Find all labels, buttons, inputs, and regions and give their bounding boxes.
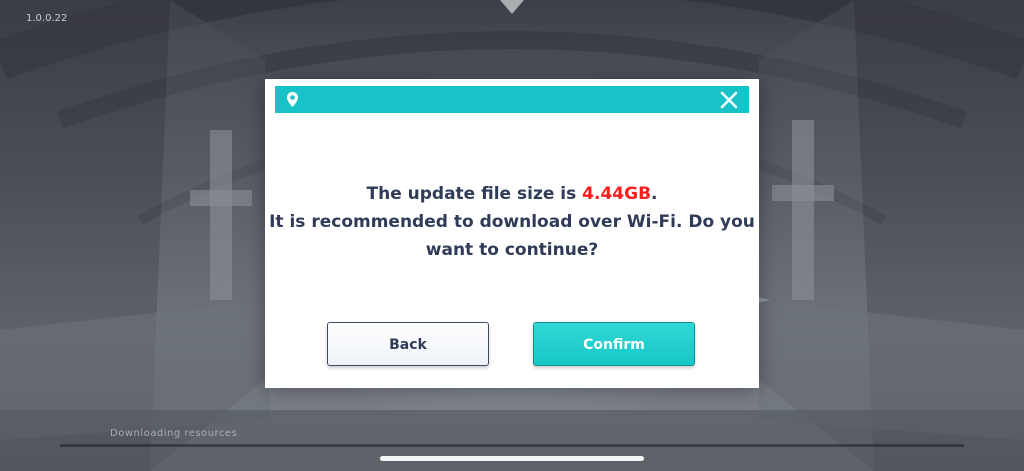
close-icon[interactable]: [720, 91, 738, 109]
home-indicator[interactable]: [380, 456, 644, 461]
loading-progress-bar: [60, 444, 964, 447]
message-suffix: .: [651, 184, 658, 204]
back-button[interactable]: Back: [327, 322, 489, 366]
message-line-1: The update file size is 4.44GB.: [265, 180, 759, 208]
dialog-message: The update file size is 4.44GB. It is re…: [265, 180, 759, 264]
file-size-value: 4.44GB: [582, 184, 652, 204]
loading-status-label: Downloading resources: [110, 428, 238, 439]
message-line-3: want to continue?: [425, 240, 599, 260]
update-dialog: The update file size is 4.44GB. It is re…: [265, 79, 759, 388]
message-line-2: It is recommended to download over Wi-Fi…: [269, 212, 755, 232]
location-pin-icon: [287, 92, 298, 107]
version-label: 1.0.0.22: [26, 13, 68, 24]
dialog-title-bar: [275, 86, 749, 113]
message-prefix: The update file size is: [366, 184, 583, 204]
confirm-button[interactable]: Confirm: [533, 322, 695, 366]
